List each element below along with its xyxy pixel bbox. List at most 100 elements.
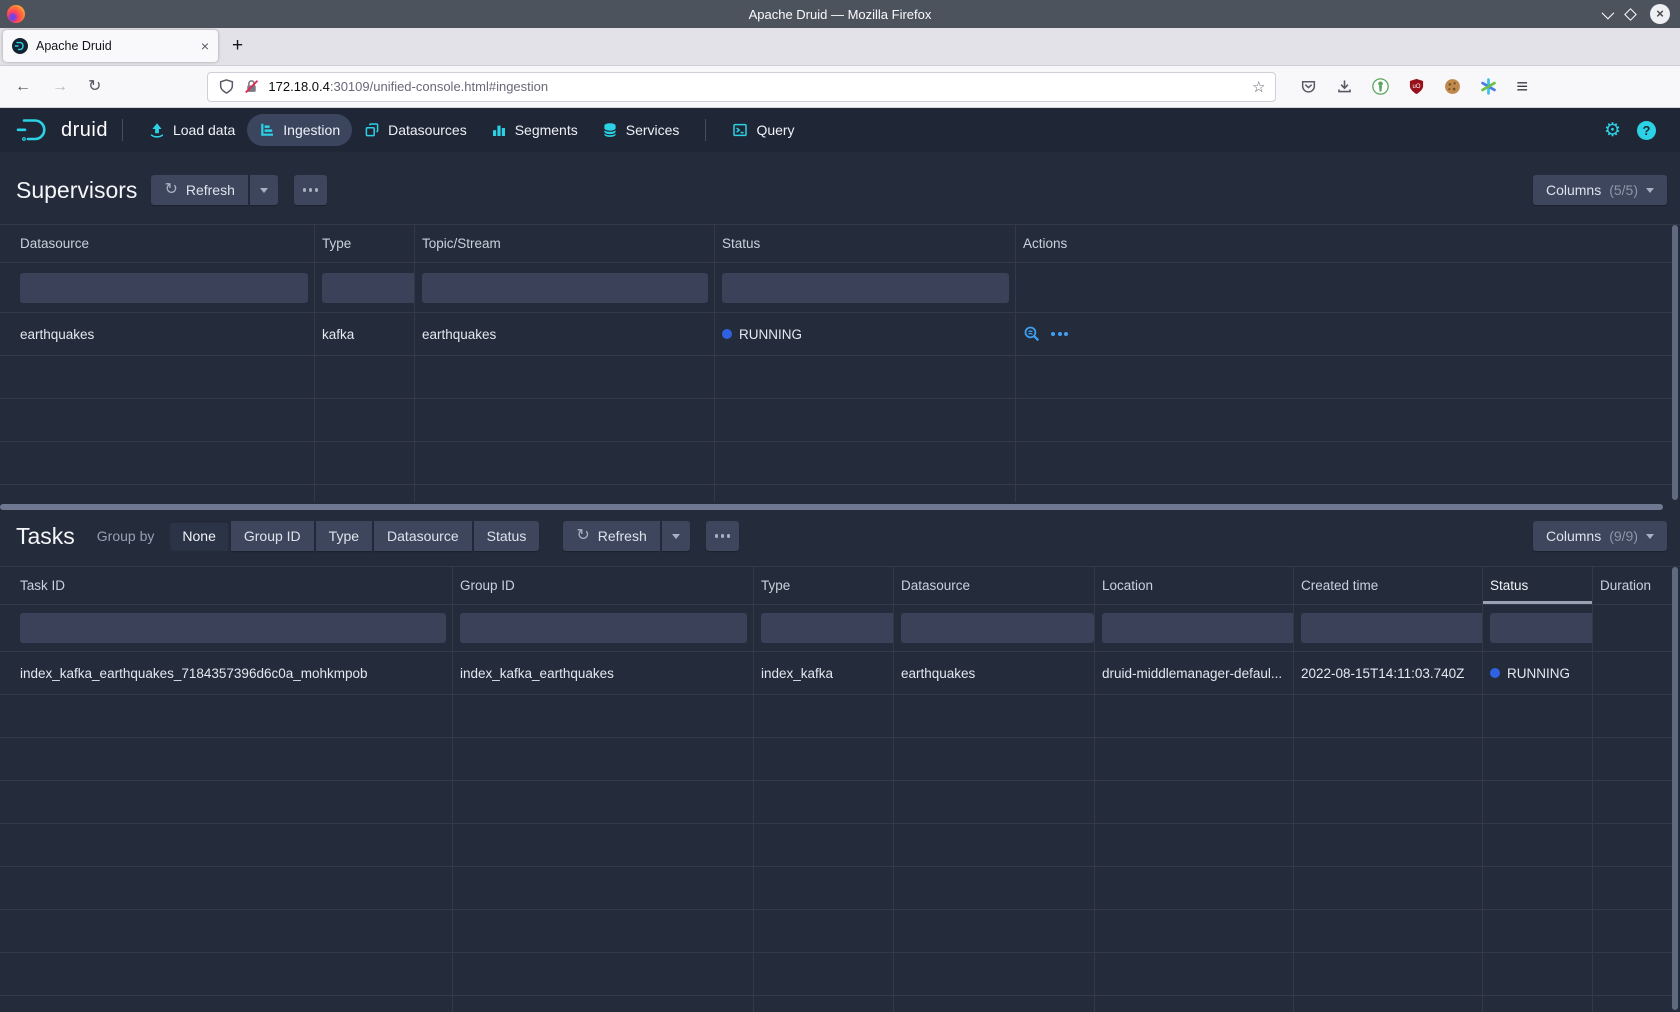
tasks-filter-task-id-input[interactable] bbox=[20, 613, 446, 643]
column-header[interactable]: Group ID bbox=[453, 567, 754, 604]
window-maximize-icon[interactable] bbox=[1624, 8, 1637, 21]
tab-close-icon[interactable]: × bbox=[201, 39, 209, 53]
tasks-refresh-button[interactable]: ↻ Refresh bbox=[563, 521, 659, 551]
tasks-filter-datasource-input[interactable] bbox=[901, 613, 1094, 643]
tasks-filter-group-id-input[interactable] bbox=[460, 613, 747, 643]
new-tab-button[interactable]: + bbox=[232, 35, 243, 57]
group-by-datasource-button[interactable]: Datasource bbox=[374, 521, 472, 551]
group-by-status-button[interactable]: Status bbox=[474, 521, 540, 551]
supervisors-vertical-scrollbar[interactable] bbox=[1672, 225, 1678, 500]
status-running-dot bbox=[722, 329, 732, 339]
supervisors-filter-topic-input[interactable] bbox=[422, 273, 708, 303]
settings-gear-icon[interactable]: ⚙ bbox=[1604, 121, 1621, 140]
column-header[interactable]: Created time bbox=[1294, 567, 1483, 604]
tasks-more-button[interactable] bbox=[706, 521, 740, 551]
empty-cell bbox=[754, 910, 894, 952]
column-header[interactable]: Task ID bbox=[0, 567, 453, 604]
cookie-icon[interactable] bbox=[1444, 78, 1461, 95]
supervisors-columns-button[interactable]: Columns (5/5) bbox=[1533, 175, 1667, 205]
reload-icon[interactable]: ↻ bbox=[88, 79, 101, 95]
empty-row bbox=[0, 485, 1672, 502]
help-icon[interactable]: ? bbox=[1637, 121, 1656, 140]
extension-green-icon[interactable] bbox=[1372, 78, 1389, 95]
group-by-group-id-button[interactable]: Group ID bbox=[231, 521, 314, 551]
empty-cell bbox=[1294, 910, 1483, 952]
url-text[interactable]: 172.18.0.4:30109/unified-console.html#in… bbox=[268, 79, 1244, 94]
tasks-filter-status-input[interactable] bbox=[1490, 613, 1593, 643]
shield-icon[interactable] bbox=[218, 78, 235, 95]
supervisors-horizontal-scrollbar[interactable] bbox=[0, 504, 1663, 510]
url-bar[interactable]: 172.18.0.4:30109/unified-console.html#in… bbox=[207, 72, 1276, 102]
column-header[interactable]: Type bbox=[315, 225, 415, 262]
supervisors-filter-datasource-input[interactable] bbox=[20, 273, 308, 303]
nav-item-ingestion[interactable]: Ingestion bbox=[247, 114, 352, 146]
insecure-lock-icon[interactable] bbox=[243, 78, 260, 95]
query-icon bbox=[732, 122, 748, 138]
empty-cell bbox=[0, 781, 453, 823]
empty-cell bbox=[1095, 824, 1294, 866]
empty-cell bbox=[894, 695, 1095, 737]
column-header[interactable]: Datasource bbox=[0, 225, 315, 262]
supervisors-refresh-caret-button[interactable] bbox=[250, 175, 278, 205]
bookmark-star-icon[interactable]: ☆ bbox=[1252, 78, 1265, 96]
nav-item-services[interactable]: Services bbox=[590, 114, 692, 146]
forward-icon[interactable]: → bbox=[52, 79, 68, 95]
column-header[interactable]: Location bbox=[1095, 567, 1294, 604]
column-header[interactable]: Actions bbox=[1016, 225, 1672, 262]
load-data-icon bbox=[149, 122, 165, 138]
tasks-filter-type-input[interactable] bbox=[761, 613, 894, 643]
extension-ublock-icon[interactable]: uO bbox=[1408, 78, 1425, 95]
supervisors-table: Datasource Type Topic/Stream Status Acti… bbox=[0, 224, 1680, 502]
druid-favicon-icon bbox=[12, 38, 28, 54]
supervisors-more-button[interactable] bbox=[294, 175, 328, 205]
supervisors-empty-rows bbox=[0, 356, 1680, 502]
cell-duration bbox=[1593, 652, 1672, 694]
empty-cell bbox=[0, 356, 315, 398]
empty-cell bbox=[894, 738, 1095, 780]
empty-row bbox=[0, 824, 1672, 867]
task-row[interactable]: index_kafka_earthquakes_7184357396d6c0a_… bbox=[0, 652, 1672, 695]
supervisors-filter-status-input[interactable] bbox=[722, 273, 1009, 303]
magnifier-detail-icon[interactable] bbox=[1023, 325, 1041, 343]
download-icon[interactable] bbox=[1336, 78, 1353, 95]
group-by-none-button[interactable]: None bbox=[169, 521, 228, 551]
browser-tab-apache-druid[interactable]: Apache Druid × bbox=[3, 30, 218, 62]
empty-cell bbox=[715, 356, 1016, 398]
column-header-status-sorted[interactable]: Status bbox=[1483, 567, 1593, 604]
column-header[interactable]: Status bbox=[715, 225, 1016, 262]
group-by-type-button[interactable]: Type bbox=[316, 521, 372, 551]
supervisors-refresh-button[interactable]: ↻ Refresh bbox=[151, 175, 247, 205]
empty-cell bbox=[1294, 824, 1483, 866]
empty-cell bbox=[453, 996, 754, 1012]
caret-down-icon bbox=[260, 188, 268, 193]
tasks-filter-location-input[interactable] bbox=[1102, 613, 1294, 643]
nav-item-datasources[interactable]: Datasources bbox=[352, 114, 479, 146]
tasks-vertical-scrollbar[interactable] bbox=[1672, 567, 1678, 1010]
nav-item-segments[interactable]: Segments bbox=[479, 114, 590, 146]
empty-cell bbox=[453, 910, 754, 952]
druid-brand[interactable]: druid bbox=[14, 115, 108, 145]
column-header[interactable]: Topic/Stream bbox=[415, 225, 715, 262]
pocket-icon[interactable] bbox=[1300, 78, 1317, 95]
nav-item-query[interactable]: Query bbox=[720, 114, 806, 146]
empty-cell bbox=[754, 738, 894, 780]
empty-cell bbox=[754, 953, 894, 995]
window-close-button[interactable]: × bbox=[1650, 4, 1670, 24]
column-header[interactable]: Datasource bbox=[894, 567, 1095, 604]
back-icon[interactable]: ← bbox=[15, 79, 31, 95]
empty-row bbox=[0, 695, 1672, 738]
supervisor-row[interactable]: earthquakes kafka earthquakes RUNNING bbox=[0, 313, 1672, 356]
extension-asterisk-icon[interactable] bbox=[1480, 78, 1497, 95]
column-header[interactable]: Type bbox=[754, 567, 894, 604]
window-minimize-icon[interactable] bbox=[1602, 6, 1615, 19]
tasks-columns-button[interactable]: Columns (9/9) bbox=[1533, 521, 1667, 551]
tasks-refresh-caret-button[interactable] bbox=[662, 521, 690, 551]
empty-cell bbox=[715, 399, 1016, 441]
supervisors-filter-type-input[interactable] bbox=[322, 273, 415, 303]
tasks-filter-created-time-input[interactable] bbox=[1301, 613, 1483, 643]
nav-item-load-data[interactable]: Load data bbox=[137, 114, 247, 146]
column-header[interactable]: Duration bbox=[1593, 567, 1672, 604]
hamburger-menu-icon[interactable]: ≡ bbox=[1516, 77, 1528, 97]
row-more-actions-icon[interactable] bbox=[1051, 332, 1068, 336]
empty-cell bbox=[415, 442, 715, 484]
